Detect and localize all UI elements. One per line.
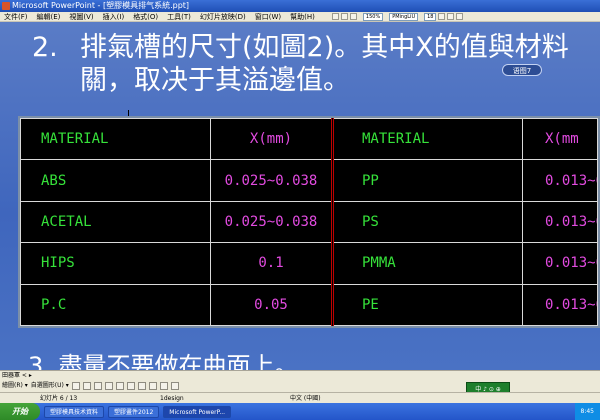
table-cell: PMMA	[331, 242, 523, 285]
start-button[interactable]: 开始	[0, 403, 40, 420]
menu-format[interactable]: 格式(O)	[133, 12, 158, 21]
table-row: HIPS 0.1 PMMA 0.013~0	[20, 242, 598, 285]
menu-edit[interactable]: 編輯(E)	[37, 12, 61, 21]
bold-icon[interactable]	[438, 13, 446, 20]
italic-icon[interactable]	[447, 13, 455, 20]
slide-point-2: 2. 排氣槽的尺寸(如圖2)。其中X的值與材料	[32, 32, 569, 64]
taskbar-item-powerpoint[interactable]: Microsoft PowerP...	[163, 405, 232, 418]
standard-toolbar: 150% PMingLiU 18	[331, 12, 464, 21]
header-material: MATERIAL	[20, 117, 211, 161]
powerpoint-icon	[2, 2, 10, 10]
font-size-select[interactable]: 18	[424, 12, 437, 21]
view-buttons-bar[interactable]: 田器軍 < ▸	[0, 370, 600, 380]
menu-bar: 文件(F) 編輯(E) 視圖(V) 插入(I) 格式(O) 工具(T) 幻灯片放…	[0, 12, 600, 22]
table-cell: 0.013~0	[522, 283, 598, 327]
slide-point-3: 3. 盡量不要做在曲面上。	[28, 352, 299, 370]
taskbar-item[interactable]: 塑膠畫件2012	[108, 405, 160, 418]
menu-help[interactable]: 幫助(H)	[290, 12, 315, 21]
point-text: 排氣槽的尺寸(如圖2)。其中X的值與材料	[80, 32, 569, 63]
header-x: X(mm)	[210, 117, 333, 161]
save-icon[interactable]	[349, 13, 357, 20]
table-cell: ACETAL	[20, 200, 211, 244]
line-icon[interactable]	[71, 382, 80, 390]
table-cell: 0.05	[210, 283, 333, 327]
table-cell: 0.1	[210, 242, 333, 285]
textbox-icon[interactable]	[115, 382, 124, 390]
table-row: ABS 0.025~0.038 PP 0.013~0	[20, 159, 598, 202]
material-table[interactable]: MATERIAL X(mm) MATERIAL X(mm ABS 0.025~0…	[18, 116, 600, 328]
table-cell: PP	[331, 159, 523, 202]
table-cell: 0.013~0	[522, 242, 598, 285]
open-icon[interactable]	[340, 13, 348, 20]
point-number: 3.	[28, 352, 51, 370]
system-clock: 8:45	[574, 403, 600, 420]
slide-point-2-continued: 關，取决于其溢邊值。	[80, 65, 350, 96]
drawing-toolbar: 繪圖(R) ▾ 自選圖形(U) ▾	[0, 380, 600, 392]
menu-file[interactable]: 文件(F)	[4, 12, 28, 21]
header-x-2: X(mm	[522, 117, 598, 161]
slide-canvas[interactable]: 2. 排氣槽的尺寸(如圖2)。其中X的值與材料 關，取决于其溢邊值。 语图7 MA…	[0, 22, 600, 370]
oval-icon[interactable]	[104, 382, 113, 390]
status-bar: 幻灯片 6 / 13 1design 中文 (中國)	[0, 392, 600, 403]
underline-icon[interactable]	[456, 13, 464, 20]
window-title-bar: Microsoft PowerPoint - [塑膠模具排气系統.ppt]	[0, 0, 600, 12]
menu-view[interactable]: 視圖(V)	[69, 12, 93, 21]
table-cell: 0.013~0	[522, 200, 598, 244]
table-cell: 0.025~0.038	[210, 200, 333, 244]
font-select[interactable]: PMingLiU	[389, 12, 419, 21]
shadow-icon[interactable]	[170, 382, 179, 390]
window-title: Microsoft PowerPoint - [塑膠模具排气系統.ppt]	[12, 1, 190, 10]
table-cell: ABS	[20, 159, 211, 202]
table-cell: PE	[331, 283, 523, 327]
zoom-select[interactable]: 150%	[362, 12, 384, 21]
table-header-row: MATERIAL X(mm) MATERIAL X(mm	[20, 117, 598, 161]
table-cell: HIPS	[20, 242, 211, 285]
table-cell: 0.013~0	[522, 159, 598, 202]
new-icon[interactable]	[331, 13, 339, 20]
table-row: ACETAL 0.025~0.038 PS 0.013~0	[20, 200, 598, 244]
taskbar: 开始 塑膠模具技术資料 塑膠畫件2012 Microsoft PowerP...…	[0, 403, 600, 420]
wordart-icon[interactable]	[126, 382, 135, 390]
taskbar-item[interactable]: 塑膠模具技术資料	[44, 405, 105, 418]
arrow-icon[interactable]	[82, 382, 91, 390]
fill-color-icon[interactable]	[137, 382, 146, 390]
table-cell: PS	[331, 200, 523, 244]
menu-tools[interactable]: 工具(T)	[167, 12, 191, 21]
table-cell: P.C	[20, 283, 211, 327]
menu-slideshow[interactable]: 幻灯片放映(D)	[200, 12, 246, 21]
figure-badge[interactable]: 语图7	[502, 64, 542, 76]
menu-insert[interactable]: 插入(I)	[103, 12, 125, 21]
draw-menu[interactable]: 繪圖(R) ▾	[2, 380, 28, 392]
rectangle-icon[interactable]	[93, 382, 102, 390]
table-cell: 0.025~0.038	[210, 159, 333, 202]
point-text: 盡量不要做在曲面上。	[58, 352, 299, 370]
header-material-2: MATERIAL	[331, 117, 523, 161]
point-number: 2.	[32, 32, 58, 63]
menu-window[interactable]: 窗口(W)	[255, 12, 281, 21]
line-color-icon[interactable]	[148, 382, 157, 390]
autoshape-menu[interactable]: 自選圖形(U) ▾	[31, 380, 69, 392]
font-color-icon[interactable]	[159, 382, 168, 390]
table-row: P.C 0.05 PE 0.013~0	[20, 283, 598, 327]
